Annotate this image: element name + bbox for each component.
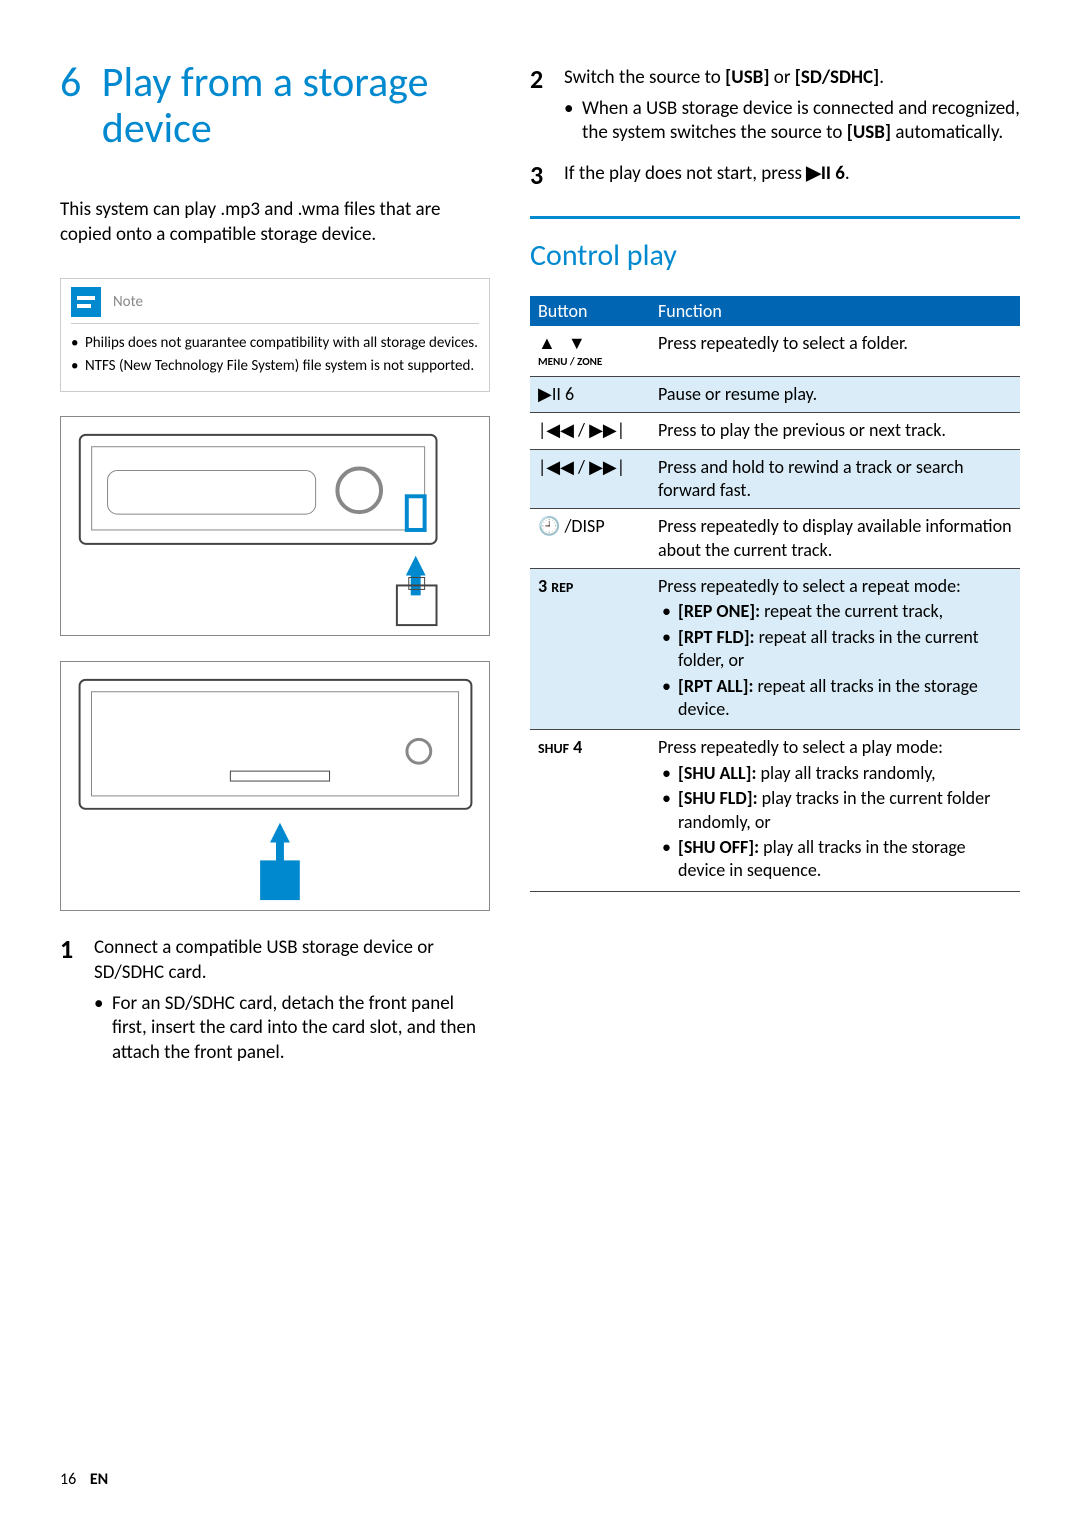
step-sub: For an SD/SDHC card, detach the front pa… [94,992,490,1066]
step-text: Connect a compatible USB storage device … [94,936,434,984]
note-item: Philips does not guarantee compatibility… [85,334,479,353]
page-footer: 16 EN [60,1470,108,1489]
page-lang: EN [90,1470,108,1489]
note-label: Note [113,293,143,311]
function-cell: Press to play the previous or next track… [650,413,1020,449]
table-row: |◀◀ / ▶▶| Press and hold to rewind a tra… [530,449,1020,509]
table-row: 🕘 /DISP Press repeatedly to display avai… [530,509,1020,569]
play-pause-icon: ▶II 6 [806,162,845,185]
th-button: Button [530,296,650,326]
note-icon [71,287,101,317]
button-cell: SHUF 4 [530,730,650,891]
control-play-heading: Control play [530,216,1020,274]
note-box: Note Philips does not guarantee compatib… [60,278,490,393]
table-row: SHUF 4 Press repeatedly to select a play… [530,730,1020,891]
button-cell: 🕘 /DISP [530,509,650,569]
function-cell: Press repeatedly to select a folder. [650,326,1020,376]
step-number: 2 [530,66,550,150]
table-row: ▶II 6 Pause or resume play. [530,376,1020,412]
button-cell: ▶II 6 [530,376,650,412]
intro-paragraph: This system can play .mp3 and .wma files… [60,198,490,247]
th-function: Function [650,296,1020,326]
button-cell: 3 REP [530,569,650,730]
step-number: 3 [530,162,550,188]
step-number: 1 [60,936,80,1069]
note-item: NTFS (New Technology File System) file s… [85,357,479,376]
step-3: 3 If the play does not start, press ▶II … [530,162,1020,188]
table-row: 3 REP Press repeatedly to select a repea… [530,569,1020,730]
button-cell: |◀◀ / ▶▶| [530,413,650,449]
function-cell: Press repeatedly to select a play mode: … [650,730,1020,891]
function-cell: Press repeatedly to display available in… [650,509,1020,569]
section-title: 6 Play from a storage device [60,60,490,152]
control-table: Button Function ▲ ▼ MENU / ZONE Press re… [530,296,1020,892]
step-1: 1 Connect a compatible USB storage devic… [60,936,490,1069]
step-2: 2 Switch the source to [USB] or [SD/SDHC… [530,66,1020,150]
step-sub: When a USB storage device is connected a… [564,97,1020,146]
page-number: 16 [60,1470,76,1489]
function-cell: Press and hold to rewind a track or sear… [650,449,1020,509]
section-title-text: Play from a storage device [102,60,490,152]
step-text: Switch the source to [USB] or [SD/SDHC]. [564,66,884,89]
usb-diagram [60,416,490,636]
table-row: |◀◀ / ▶▶| Press to play the previous or … [530,413,1020,449]
button-cell: |◀◀ / ▶▶| [530,449,650,509]
function-cell: Pause or resume play. [650,376,1020,412]
table-row: ▲ ▼ MENU / ZONE Press repeatedly to sele… [530,326,1020,376]
button-cell: ▲ ▼ MENU / ZONE [530,326,650,376]
section-number: 6 [60,60,102,106]
function-cell: Press repeatedly to select a repeat mode… [650,569,1020,730]
sd-diagram [60,661,490,911]
step-text: If the play does not start, press ▶II 6. [564,162,850,185]
